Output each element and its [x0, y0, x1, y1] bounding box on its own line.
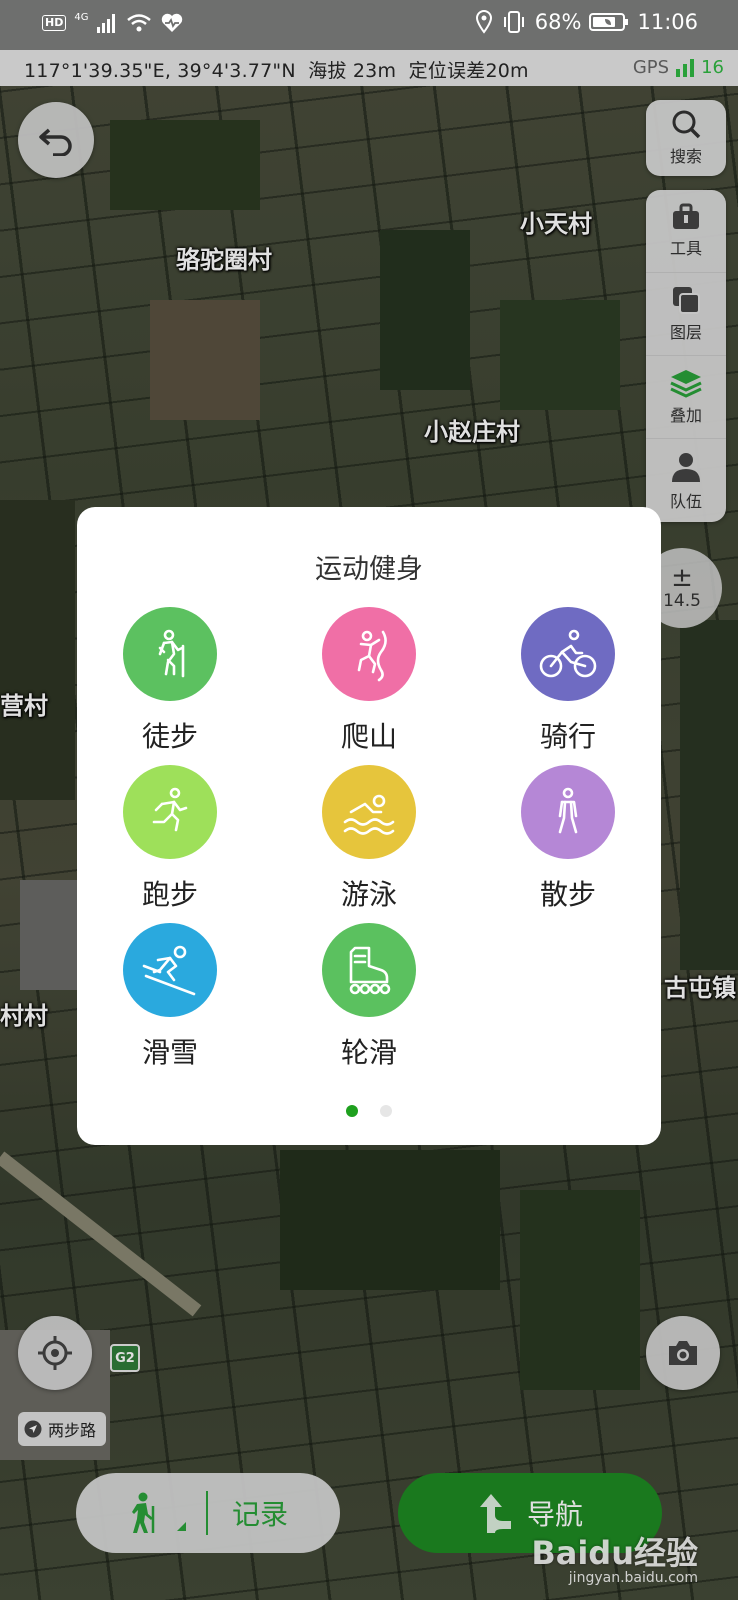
page-dot-active[interactable] [346, 1105, 358, 1117]
sports-modal: 运动健身 徒步 爬山 骑行 跑步 游泳 散步 滑雪 轮滑 [77, 507, 661, 1145]
health-icon [162, 13, 183, 33]
activity-label: 游泳 [340, 878, 397, 911]
hiking-icon [123, 607, 217, 701]
hd-indicator: HD [42, 15, 67, 31]
coordinate-readout: 117°1'39.35"E, 39°4'3.77"N 海拔 23m 定位误差20… [24, 56, 529, 83]
battery-icon [589, 13, 629, 31]
activity-cycling[interactable]: 骑行 [488, 607, 648, 755]
coordinates: 117°1'39.35"E, 39°4'3.77"N [24, 60, 296, 82]
location-icon [475, 10, 492, 34]
network-type: 4G [74, 11, 89, 23]
cycling-icon [521, 607, 615, 701]
activity-label: 爬山 [340, 720, 397, 753]
location-accuracy: 定位误差20m [408, 60, 529, 82]
activity-label: 散步 [539, 878, 596, 911]
activity-skiing[interactable]: 滑雪 [90, 923, 250, 1071]
activity-rollerskating[interactable]: 轮滑 [289, 923, 449, 1071]
rollerskate-icon [322, 923, 416, 1017]
swimming-icon [322, 765, 416, 859]
page-dot[interactable] [380, 1105, 392, 1117]
activity-label: 徒步 [141, 720, 198, 753]
walking-icon [521, 765, 615, 859]
activity-label: 骑行 [539, 720, 596, 753]
modal-title: 运动健身 [315, 554, 423, 585]
activity-walking[interactable]: 散步 [488, 765, 648, 913]
activity-climbing[interactable]: 爬山 [289, 607, 449, 755]
skiing-icon [123, 923, 217, 1017]
activity-label: 滑雪 [141, 1036, 198, 1069]
gps-signal-icon [676, 58, 695, 77]
activity-label: 轮滑 [340, 1036, 397, 1069]
wifi-icon [127, 14, 152, 32]
page-indicator [77, 1105, 661, 1117]
climbing-icon [322, 607, 416, 701]
running-icon [123, 765, 217, 859]
activity-hiking[interactable]: 徒步 [90, 607, 250, 755]
activity-running[interactable]: 跑步 [90, 765, 250, 913]
gps-satellite-count: 16 [701, 57, 724, 78]
status-bar: HD 4G 68% 11:06 [0, 0, 738, 50]
clock: 11:06 [637, 10, 698, 34]
altitude: 海拔 23m [308, 60, 397, 82]
signal-icon [97, 14, 116, 33]
activity-label: 跑步 [141, 878, 198, 911]
gps-label: GPS [632, 57, 670, 78]
vibrate-icon [503, 11, 524, 33]
activity-swimming[interactable]: 游泳 [289, 765, 449, 913]
coordinate-bar: 117°1'39.35"E, 39°4'3.77"N 海拔 23m 定位误差20… [0, 50, 738, 86]
battery-percent: 68% [534, 10, 582, 34]
gps-status: GPS 16 [633, 57, 724, 78]
